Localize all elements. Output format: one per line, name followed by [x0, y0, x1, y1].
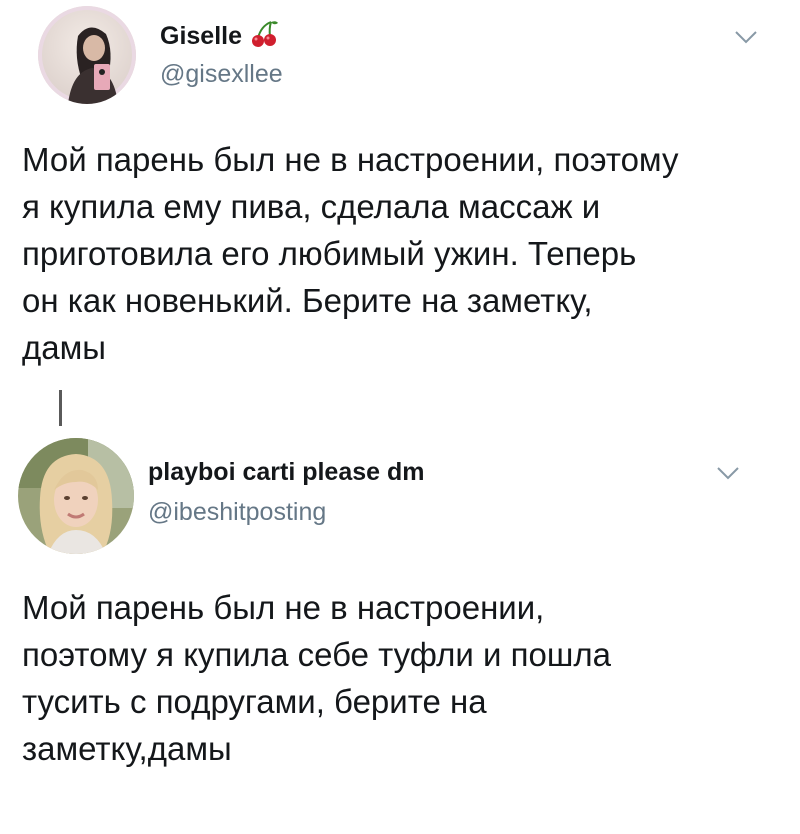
avatar[interactable]	[38, 6, 136, 104]
avatar[interactable]	[18, 438, 134, 554]
tweet-text-line: я купила ему пива, сделала массаж и	[22, 188, 601, 225]
tweet-text-line: заметку,дамы	[22, 730, 232, 767]
tweet-text-line: тусить с подругами, берите на	[22, 683, 487, 720]
author-name[interactable]: Giselle	[160, 20, 279, 55]
tweet-text: Мой парень был не в настроении, поэтому …	[22, 584, 611, 772]
author-handle[interactable]: @gisexllee	[160, 60, 283, 89]
thread-connector	[59, 390, 62, 426]
tweet-text-line: дамы	[22, 329, 107, 366]
author-name-text: Giselle	[160, 22, 242, 51]
tweet-text-line: Мой парень был не в настроении,	[22, 589, 545, 626]
chevron-down-icon[interactable]	[734, 30, 758, 49]
tweet-text-line: он как новенький. Берите на заметку,	[22, 282, 593, 319]
author-name[interactable]: playboi carti please dm	[148, 458, 425, 487]
tweet-text: Мой парень был не в настроении, поэтому …	[22, 136, 679, 371]
author-handle[interactable]: @ibeshitposting	[148, 498, 326, 527]
cherries-icon	[249, 20, 279, 55]
tweet-text-line: Мой парень был не в настроении, поэтому	[22, 141, 679, 178]
tweet-text-line: приготовила его любимый ужин. Теперь	[22, 235, 637, 272]
chevron-down-icon[interactable]	[716, 466, 740, 485]
tweet-text-line: поэтому я купила себе туфли и пошла	[22, 636, 611, 673]
